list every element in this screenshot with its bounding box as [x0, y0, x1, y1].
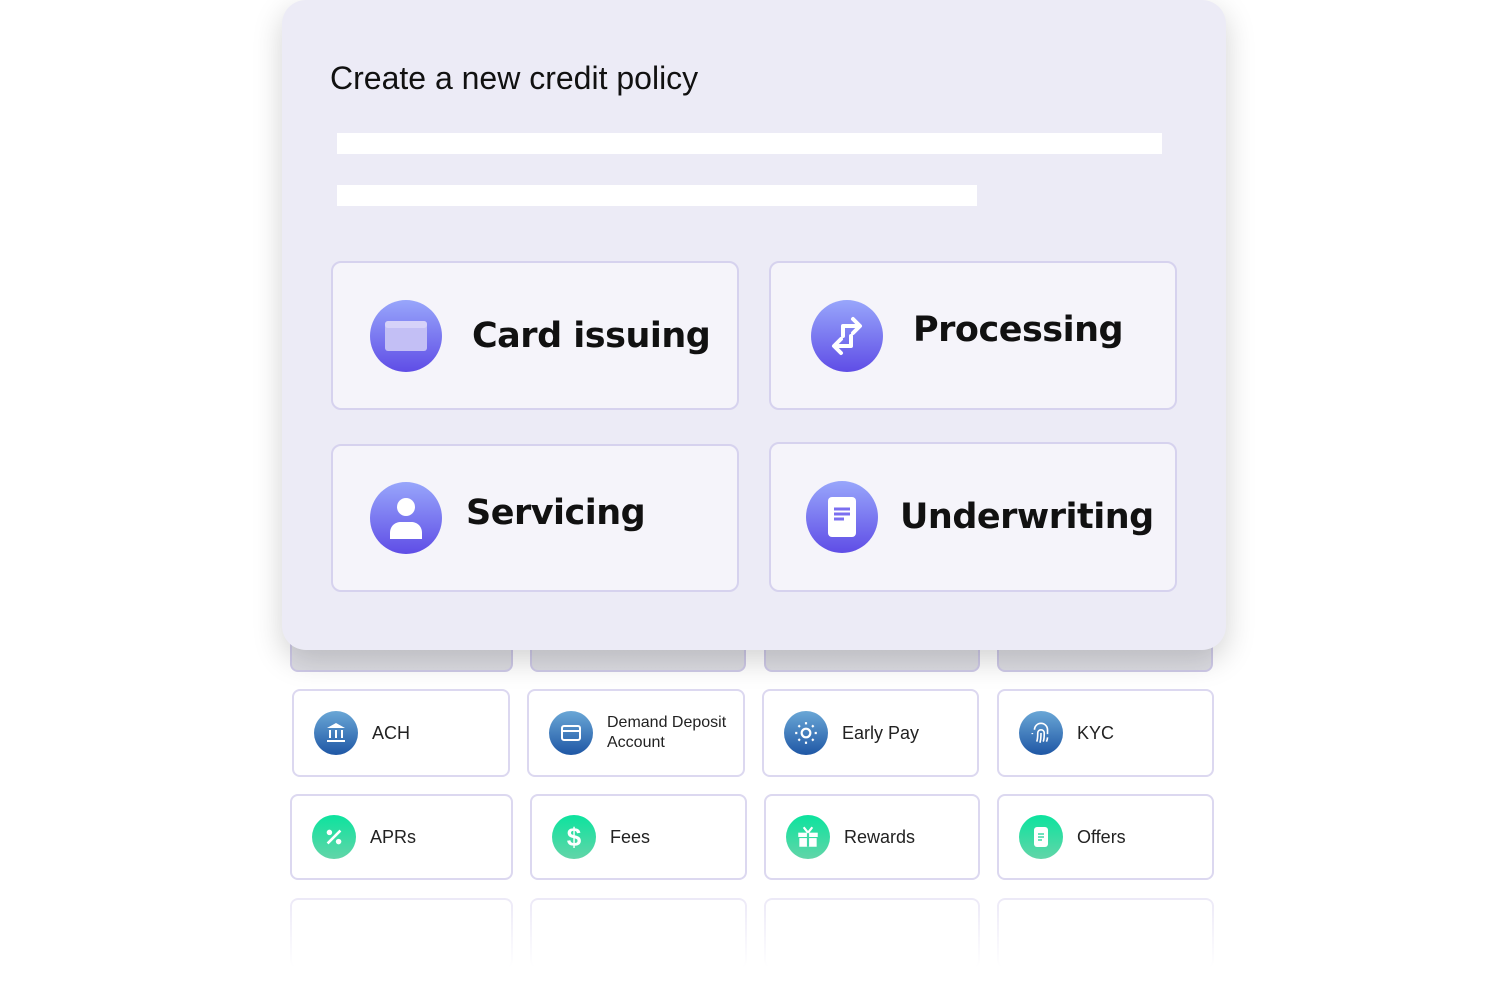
faded-card [290, 898, 513, 968]
sun-icon [784, 711, 828, 755]
category-label: Underwriting [900, 497, 1154, 537]
category-card-issuing[interactable]: Card issuing [331, 261, 739, 410]
feature-fees[interactable]: $ Fees [530, 794, 747, 880]
feature-label: Rewards [844, 827, 916, 847]
feature-label: Offers [1077, 827, 1126, 847]
feature-label: Fees [610, 827, 651, 847]
credit-card-icon [549, 711, 593, 755]
placeholder-line [337, 133, 1162, 154]
faded-card [997, 898, 1214, 968]
feature-label: Demand Deposit Account [607, 714, 727, 751]
exchange-arrows-icon [811, 299, 883, 372]
fingerprint-icon [1019, 711, 1063, 755]
feature-aprs[interactable]: APRs [290, 794, 513, 880]
category-label: Processing [913, 309, 1124, 350]
bank-icon [314, 711, 358, 755]
dollar-icon: $ [552, 815, 596, 859]
feature-offers[interactable]: Offers [997, 794, 1214, 880]
feature-kyc[interactable]: KYC [997, 689, 1214, 777]
feature-ach[interactable]: ACH [292, 689, 510, 777]
feature-label: Early Pay [842, 723, 920, 743]
category-processing[interactable]: Processing [769, 261, 1177, 410]
user-icon [370, 482, 442, 554]
feature-rewards[interactable]: Rewards [764, 794, 980, 880]
placeholder-line [337, 185, 977, 206]
feature-early-pay[interactable]: Early Pay [762, 689, 979, 777]
category-label: Card issuing [472, 315, 711, 356]
gift-icon [786, 815, 830, 859]
category-servicing[interactable]: Servicing [331, 444, 739, 592]
feature-demand-deposit-account[interactable]: Demand Deposit Account [527, 689, 745, 777]
feature-label: ACH [372, 723, 411, 743]
feature-label: KYC [1077, 723, 1115, 743]
credit-card-icon [370, 299, 442, 372]
document-icon [1019, 815, 1063, 859]
page-title: Create a new credit policy [330, 60, 699, 96]
category-underwriting[interactable]: Underwriting [769, 442, 1177, 592]
category-label: Servicing [466, 493, 646, 533]
percent-icon [312, 815, 356, 859]
faded-card [764, 898, 980, 968]
document-icon [806, 481, 878, 553]
feature-label: APRs [370, 827, 417, 847]
faded-card [530, 898, 747, 968]
